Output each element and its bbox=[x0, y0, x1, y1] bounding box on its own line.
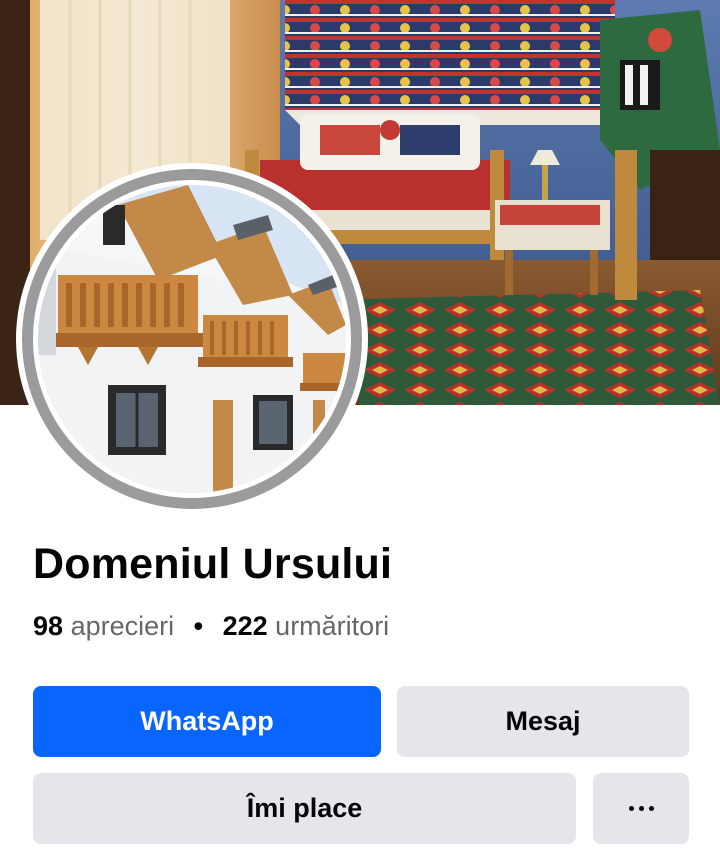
message-button[interactable]: Mesaj bbox=[397, 686, 689, 757]
more-horizontal-icon bbox=[628, 806, 654, 811]
whatsapp-button-label: WhatsApp bbox=[140, 706, 274, 736]
likes-label[interactable]: aprecieri bbox=[71, 611, 175, 641]
avatar-photo bbox=[38, 185, 346, 493]
page-stats: 98 aprecieri • 222 urmăritori bbox=[33, 611, 389, 642]
whatsapp-button[interactable]: WhatsApp bbox=[33, 686, 381, 757]
like-button[interactable]: Îmi place bbox=[33, 773, 576, 844]
message-button-label: Mesaj bbox=[505, 706, 581, 736]
page-title: Domeniul Ursului bbox=[33, 540, 393, 588]
likes-count[interactable]: 98 bbox=[33, 611, 63, 641]
followers-count[interactable]: 222 bbox=[223, 611, 268, 641]
profile-picture[interactable] bbox=[16, 163, 368, 515]
avatar-image bbox=[38, 185, 346, 493]
stats-separator: • bbox=[193, 611, 204, 641]
followers-label[interactable]: urmăritori bbox=[275, 611, 389, 641]
like-button-label: Îmi place bbox=[246, 793, 363, 823]
more-options-button[interactable] bbox=[593, 773, 689, 844]
avatar-inner bbox=[33, 180, 351, 498]
avatar-border bbox=[22, 169, 362, 509]
